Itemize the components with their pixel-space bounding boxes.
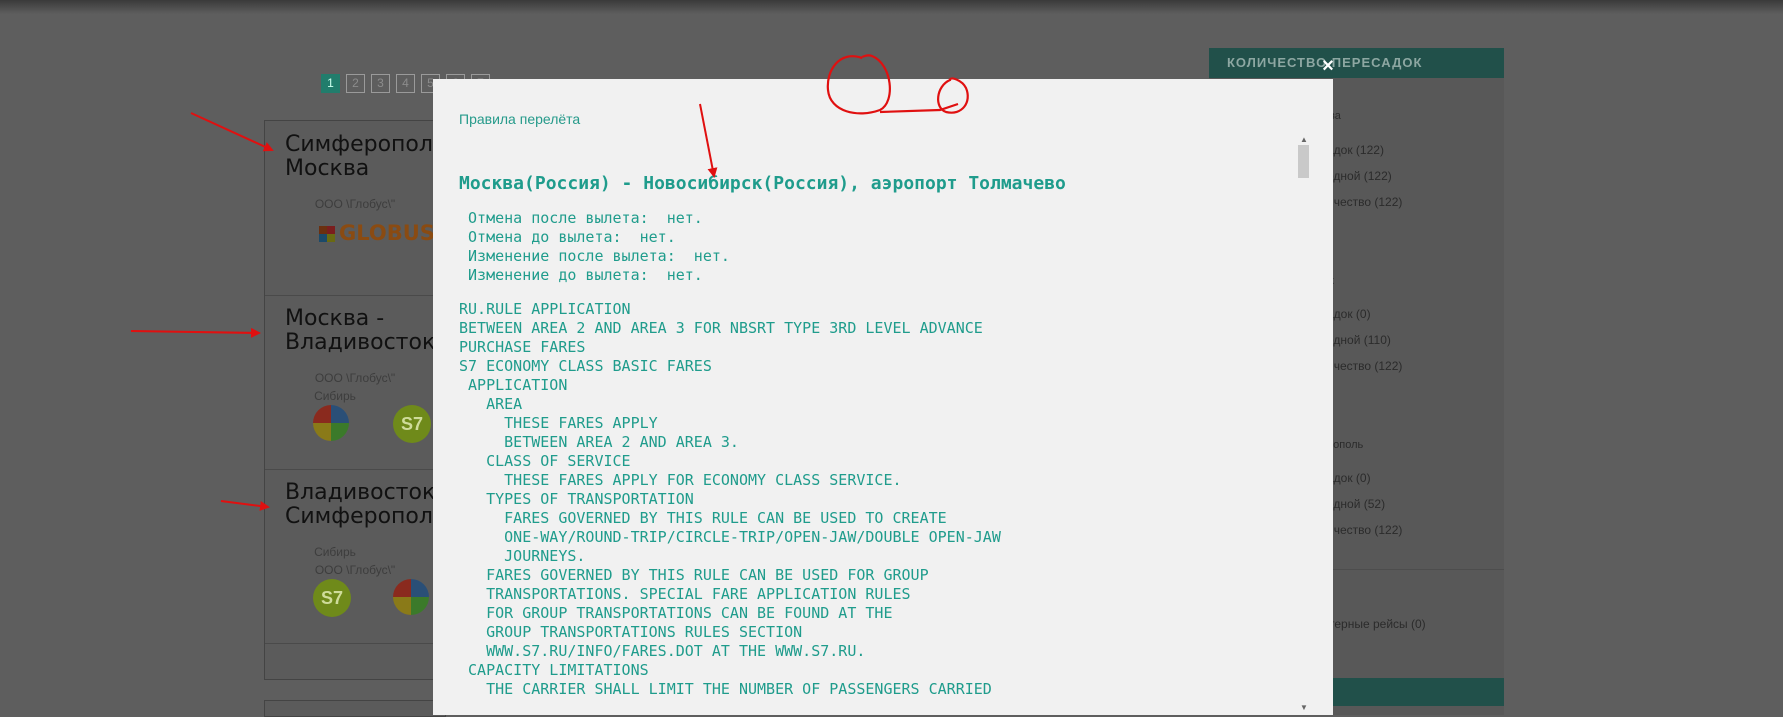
s7-logo-icon: S7 bbox=[393, 405, 431, 443]
rule-summary-line: Отмена до вылета: нет. bbox=[459, 228, 676, 246]
rule-line: GROUP TRANSPORTATIONS RULES SECTION bbox=[459, 623, 803, 641]
rule-line: FARES GOVERNED BY THIS RULE CAN BE USED … bbox=[459, 509, 947, 527]
filter-option[interactable]: одной (110) bbox=[1327, 333, 1391, 347]
filter-option[interactable]: терные рейсы (0) bbox=[1329, 617, 1426, 631]
airline-name: Сибирь bbox=[314, 389, 356, 403]
route-heading: Москва(Россия) - Новосибирск(Россия), аэ… bbox=[459, 173, 1066, 194]
page-2-button[interactable]: 2 bbox=[346, 74, 365, 93]
page-top-bar bbox=[0, 0, 1783, 14]
rule-line: BETWEEN AREA 2 AND AREA 3. bbox=[459, 433, 739, 451]
rule-line: TYPES OF TRANSPORTATION bbox=[459, 490, 694, 508]
globus-logo-icon bbox=[319, 226, 335, 242]
rule-summary-line: Изменение до вылета: нет. bbox=[459, 266, 703, 284]
flight-route-title: Москва - Владивосток bbox=[285, 306, 436, 355]
globus-logo: GLOBUS bbox=[319, 221, 435, 245]
flight-card[interactable]: Симферополь - Москва ООО \Глобус\" GLOBU… bbox=[265, 121, 461, 296]
agent-name: ООО \Глобус\" bbox=[314, 371, 396, 385]
page-3-button[interactable]: 3 bbox=[371, 74, 390, 93]
rule-line: FARES GOVERNED BY THIS RULE CAN BE USED … bbox=[459, 566, 929, 584]
agent-name: ООО \Глобус\" bbox=[314, 197, 396, 211]
close-icon[interactable]: × bbox=[1318, 56, 1338, 76]
scroll-down-icon[interactable]: ▼ bbox=[1300, 703, 1308, 712]
filter-option[interactable]: ичество (122) bbox=[1327, 195, 1402, 209]
scroll-thumb[interactable] bbox=[1298, 145, 1309, 178]
flight-results-list: Симферополь - Москва ООО \Глобус\" GLOBU… bbox=[264, 120, 461, 680]
page-1-button[interactable]: 1 bbox=[321, 74, 340, 93]
filter-option[interactable]: ичество (122) bbox=[1327, 523, 1402, 537]
filter-option[interactable]: одной (52) bbox=[1327, 497, 1385, 511]
rule-line: ONE-WAY/ROUND-TRIP/CIRCLE-TRIP/OPEN-JAW/… bbox=[459, 528, 1001, 546]
filter-option[interactable]: одной (122) bbox=[1327, 169, 1392, 183]
scroll-up-icon[interactable]: ▲ bbox=[1300, 135, 1308, 144]
flight-card[interactable]: Владивосток - Симферополь Сибирь ООО \Гл… bbox=[265, 469, 450, 644]
airline-name: Сибирь bbox=[314, 545, 356, 559]
rule-line: TRANSPORTATIONS. SPECIAL FARE APPLICATIO… bbox=[459, 585, 911, 603]
annotation-arrow bbox=[190, 112, 274, 152]
filter-option[interactable]: адок (0) bbox=[1327, 471, 1371, 485]
filters-header: КОЛИЧЕСТВО ПЕРЕСАДОК bbox=[1209, 48, 1504, 78]
rules-content: Москва(Россия) - Новосибирск(Россия), аэ… bbox=[459, 173, 1299, 699]
rule-line: FOR GROUP TRANSPORTATIONS CAN BE FOUND A… bbox=[459, 604, 893, 622]
rule-line: THE CARRIER SHALL LIMIT THE NUMBER OF PA… bbox=[459, 680, 992, 698]
rule-line: JOURNEYS. bbox=[459, 547, 586, 565]
rule-line: AREA bbox=[459, 395, 523, 413]
rule-line: PURCHASE FARES bbox=[459, 338, 586, 356]
globe-logo-icon bbox=[393, 579, 429, 615]
rule-line: WWW.S7.RU/INFO/FARES.DOT AT THE WWW.S7.R… bbox=[459, 642, 866, 660]
s7-logo-icon: S7 bbox=[313, 579, 351, 617]
agent-name: ООО \Глобус\" bbox=[314, 563, 396, 577]
rule-line: RU.RULE APPLICATION bbox=[459, 300, 631, 318]
flight-card bbox=[264, 700, 446, 717]
rule-line: THESE FARES APPLY FOR ECONOMY CLASS SERV… bbox=[459, 471, 902, 489]
flight-route-title: Владивосток - Симферополь bbox=[285, 480, 450, 529]
rule-line: CLASS OF SERVICE bbox=[459, 452, 631, 470]
rule-line: THESE FARES APPLY bbox=[459, 414, 658, 432]
filter-option[interactable]: адок (0) bbox=[1327, 307, 1371, 321]
rule-summary-line: Отмена после вылета: нет. bbox=[459, 209, 703, 227]
globe-logo-icon bbox=[313, 405, 349, 441]
rule-line: BETWEEN AREA 2 AND AREA 3 FOR NBSRT TYPE… bbox=[459, 319, 983, 337]
rules-scrollbar[interactable]: ▲ ▼ bbox=[1297, 135, 1311, 715]
annotation-arrow bbox=[220, 500, 270, 511]
rule-summary-line: Изменение после вылета: нет. bbox=[459, 247, 730, 265]
page-4-button[interactable]: 4 bbox=[396, 74, 415, 93]
rule-line: APPLICATION bbox=[459, 376, 568, 394]
rule-line: S7 ECONOMY CLASS BASIC FARES bbox=[459, 357, 712, 375]
annotation-arrow bbox=[130, 327, 261, 338]
rule-line: CAPACITY LIMITATIONS bbox=[459, 661, 649, 679]
flight-card[interactable]: Москва - Владивосток ООО \Глобус\" Сибир… bbox=[265, 295, 445, 470]
modal-title: Правила перелёта bbox=[459, 111, 581, 127]
filter-option[interactable]: адок (122) bbox=[1327, 143, 1384, 157]
flight-rules-modal: Правила перелёта Москва(Россия) - Новоси… bbox=[433, 79, 1333, 715]
filter-option[interactable]: ичество (122) bbox=[1327, 359, 1402, 373]
